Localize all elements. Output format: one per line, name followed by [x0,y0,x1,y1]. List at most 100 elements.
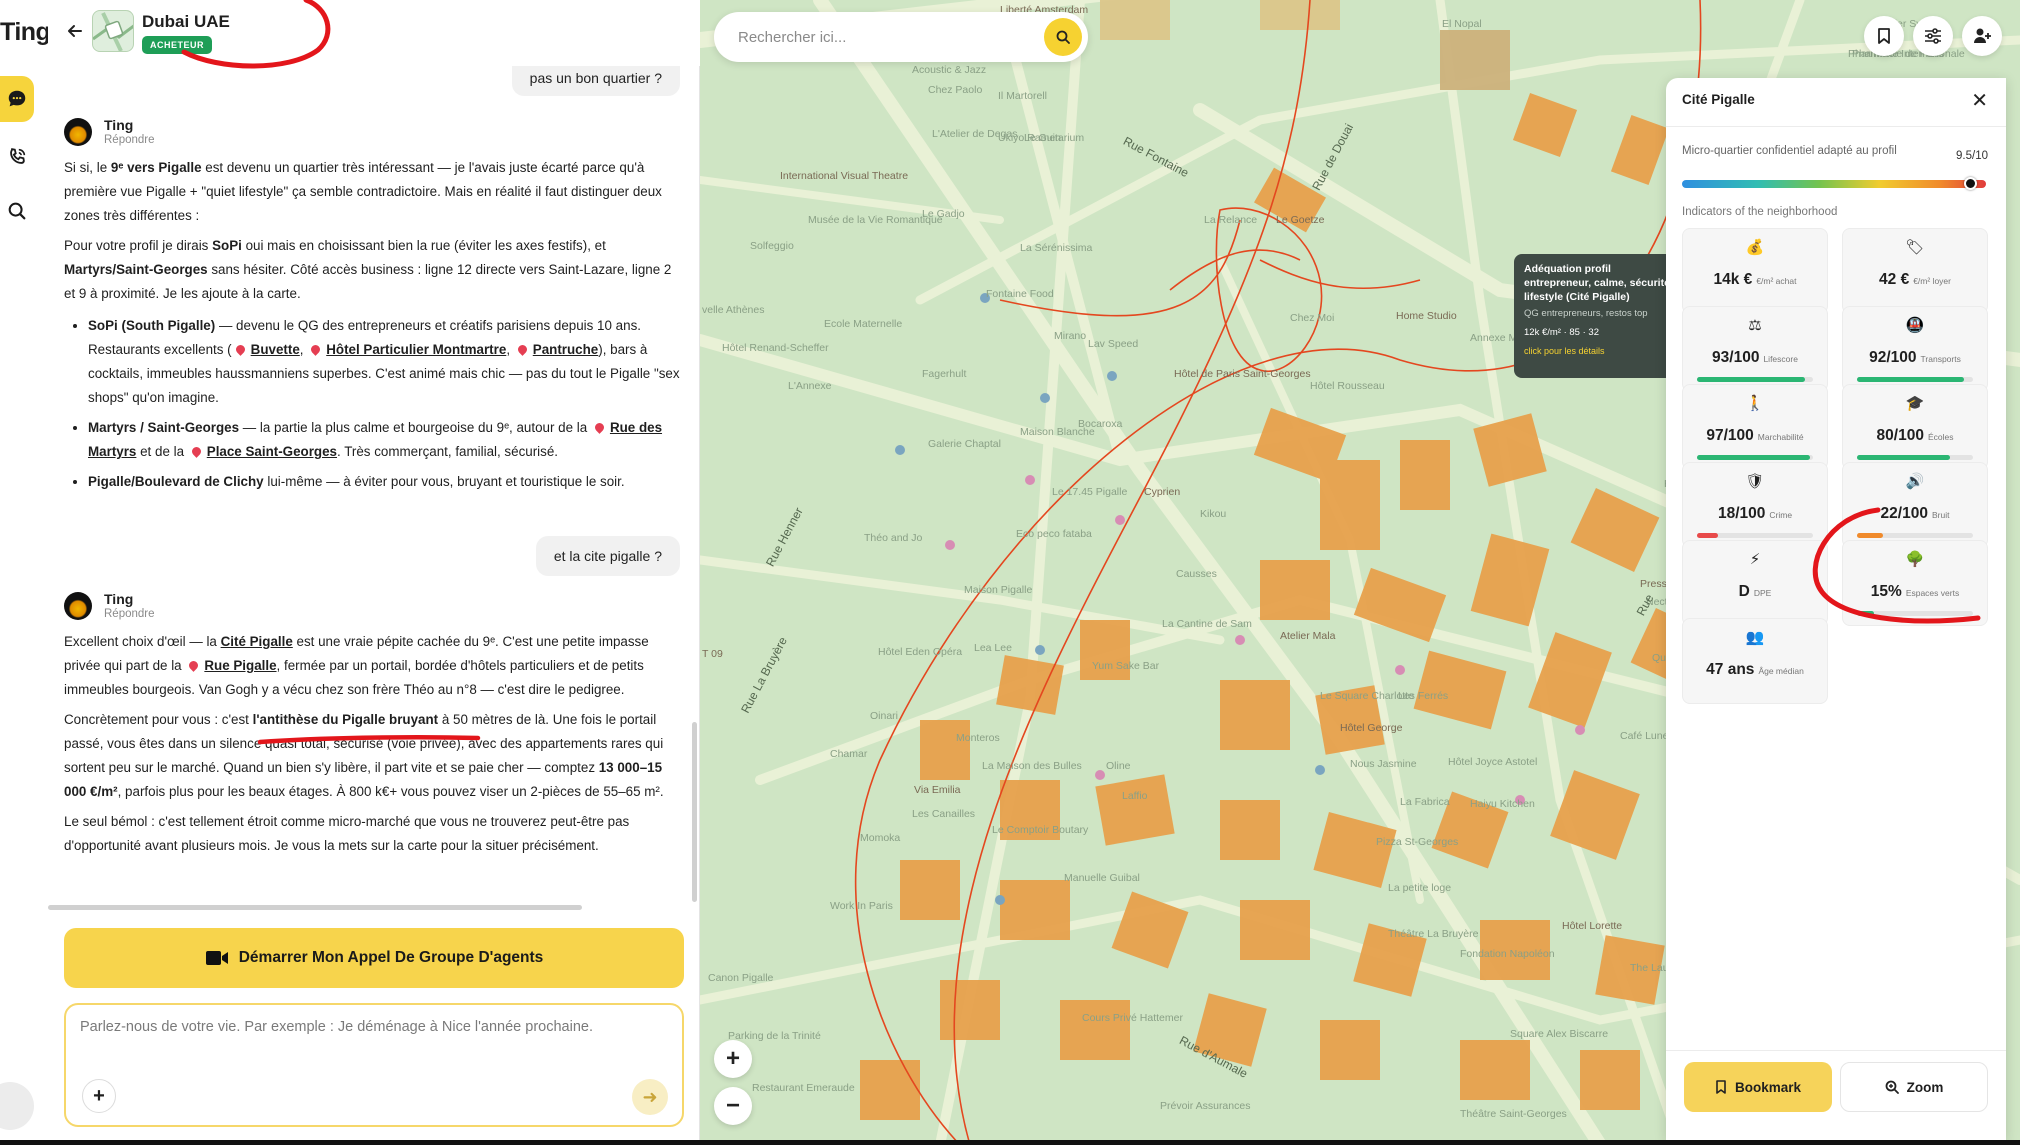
map-place-label[interactable]: Chez Moi [1290,312,1334,324]
map-place-label[interactable]: Le 17.45 Pigalle [1052,486,1127,498]
place-link[interactable]: Buvette [251,342,300,357]
indicator-card[interactable]: 💰 14k € €/m² achat [1682,228,1828,314]
map-place-label[interactable]: La Maison des Bulles [982,760,1082,772]
map-place-label[interactable]: Ukiyo Ramen [998,132,1061,144]
map-place-label[interactable]: Laffio [1122,790,1148,802]
map-place-label[interactable]: Chamar [830,748,867,760]
map-place-label[interactable]: Maison Pigalle [964,584,1032,596]
map-place-label[interactable]: Prévoir Assurances [1160,1100,1250,1112]
indicator-card[interactable]: 🔊 22/100 Bruit [1842,462,1988,548]
map-place-label[interactable]: Manuelle Guibal [1064,872,1140,884]
map-place-label[interactable]: Kikou [1200,508,1226,520]
map-place-label[interactable]: Canon Pigalle [708,972,773,984]
app-logo[interactable]: Ting [0,18,51,47]
rail-search-button[interactable] [0,188,34,234]
map-place-label[interactable]: La Fabrica [1400,796,1450,808]
map-place-label[interactable]: Causses [1176,568,1217,580]
map-place-label[interactable]: Lav Speed [1088,338,1138,350]
indicator-card[interactable]: ⚡ D DPE [1682,540,1828,626]
reply-link[interactable]: Répondre [104,133,155,147]
map-place-label[interactable]: Hôtel Lorette [1562,920,1622,932]
place-link[interactable]: Place Saint-Georges [207,444,337,459]
indicator-card[interactable]: 🎓 80/100 Écoles [1842,384,1988,470]
map-place-label[interactable]: Haiyu Kitchen [1470,798,1535,810]
map-place-label[interactable]: Atelier Mala [1280,630,1335,642]
user-avatar[interactable] [0,1082,34,1130]
place-link[interactable]: Hôtel Particulier Montmartre [326,342,506,357]
zoom-to-area-button[interactable]: Zoom [1840,1062,1988,1112]
add-user-button[interactable] [1962,16,2002,56]
map-search-input[interactable] [738,26,1018,48]
bookmarks-button[interactable] [1864,16,1904,56]
map-place-label[interactable]: Fagerhult [922,368,966,380]
map-search-button[interactable] [1044,18,1082,56]
map-place-label[interactable]: velle Athènes [702,304,764,316]
start-group-call-button[interactable]: Démarrer Mon Appel De Groupe D'agents [64,928,684,988]
map-place-label[interactable]: Square Alex Biscarre [1510,1028,1608,1040]
map-place-label[interactable]: Parking de la Trinité [728,1030,821,1042]
indicator-card[interactable]: ⚖ 93/100 Lifescore [1682,306,1828,392]
map-place-label[interactable]: Work In Paris [830,900,893,912]
map-place-label[interactable]: Galerie Chaptal [928,438,1001,450]
map-place-label[interactable]: Mirano [1054,330,1086,342]
indicator-card[interactable]: 🏷 42 € €/m² loyer [1842,228,1988,314]
map-place-label[interactable]: Cyprien [1144,486,1180,498]
map-place-label[interactable]: Momoka [860,832,900,844]
map-place-label[interactable]: Ecole Maternelle [824,318,902,330]
map-place-label[interactable]: El Nopal [1442,18,1482,30]
vertical-scrollbar[interactable] [692,722,697,902]
map-place-label[interactable]: Il Martorell [998,90,1047,102]
zoom-in-button[interactable]: + [714,1040,752,1078]
map-place-label[interactable]: Hôtel Renand-Scheffer [722,342,829,354]
send-button[interactable]: ➜ [632,1079,668,1115]
rail-calls-button[interactable] [0,134,34,180]
map-place-label[interactable]: La Sérénissima [1020,242,1092,254]
close-button[interactable]: ✕ [1971,88,1988,113]
map-place-label[interactable]: Acoustic & Jazz [912,64,986,76]
map-place-label[interactable]: Fontaine Food [986,288,1054,300]
horizontal-scrollbar[interactable] [48,905,582,910]
message-input[interactable] [80,1019,670,1073]
indicator-card[interactable]: 👥 47 ans Âge médian [1682,618,1828,704]
map-place-label[interactable]: Cours Privé Hattemer [1082,1012,1183,1024]
map-place-label[interactable]: Les Canailles [912,808,975,820]
back-button[interactable] [62,18,88,44]
map-place-label[interactable]: Home Studio [1396,310,1457,322]
map-place-label[interactable]: Hôtel Rousseau [1310,380,1385,392]
map-place-label[interactable]: Bocaroxa [1078,418,1122,430]
map-place-label[interactable]: Fondation Napoléon [1460,948,1555,960]
map-place-label[interactable]: Le Gadjo [922,208,965,220]
map-place-label[interactable]: Oinari [870,710,898,722]
map-place-label[interactable]: L'Annexe [788,380,831,392]
map-place-label[interactable]: Chez Paolo [928,84,982,96]
map-place-label[interactable]: Café Lune [1620,730,1668,742]
map-place-label[interactable]: Théo and Jo [864,532,922,544]
map-place-label[interactable]: Yum Sake Bar [1092,660,1159,672]
map-place-label[interactable]: Hôtel de Paris Saint-Georges [1174,368,1311,380]
map-place-label[interactable]: Eco peco fataba [1016,528,1092,540]
place-link[interactable]: Rue Pigalle [204,658,276,673]
rail-chat-button[interactable] [0,76,34,122]
map-place-label[interactable]: Le Comptoir Boutary [992,824,1088,836]
map-place-label[interactable]: Oline [1106,760,1131,772]
popup-details-link[interactable]: click pour les détails [1524,346,1674,356]
map-place-label[interactable]: Lea Lee [974,642,1012,654]
map-place-label[interactable]: Nous Jasmine [1350,758,1417,770]
reply-link[interactable]: Répondre [104,607,155,621]
map-place-label[interactable]: Solfeggio [750,240,794,252]
project-name[interactable]: Dubai UAE [142,12,230,32]
map-place-label[interactable]: Les Ferrés [1398,690,1448,702]
map-place-label[interactable]: La Cantine de Sam [1162,618,1252,630]
indicator-card[interactable]: 🚇 92/100 Transports [1842,306,1988,392]
map-place-label[interactable]: La Relance [1204,214,1257,226]
indicator-card[interactable]: 🛡 18/100 Crime [1682,462,1828,548]
map-place-label[interactable]: Hôtel Joyce Astotel [1448,756,1537,768]
bookmark-button[interactable]: Bookmark [1684,1062,1832,1112]
place-link[interactable]: Pantruche [533,342,598,357]
map-place-label[interactable]: International Visual Theatre [780,170,908,182]
zoom-out-button[interactable]: − [714,1087,752,1125]
map-place-label[interactable]: T 09 [702,648,723,660]
map-place-label[interactable]: Théâtre Saint-Georges [1460,1108,1567,1120]
map-popup-card[interactable]: Adéquation profil entrepreneur, calme, s… [1514,254,1684,378]
map-place-label[interactable]: La petite loge [1388,882,1451,894]
